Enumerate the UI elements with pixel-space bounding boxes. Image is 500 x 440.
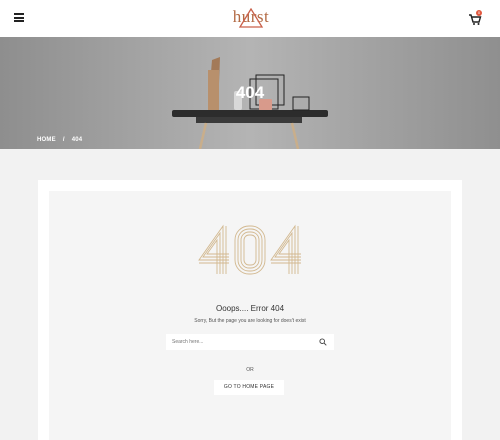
breadcrumb: HOME / 404 [37,136,82,144]
hero-banner: 404 HOME / 404 [0,37,500,149]
site-logo[interactable]: hurst [230,6,272,28]
breadcrumb-current: 404 [71,137,83,143]
breadcrumb-home-link[interactable]: HOME [37,137,56,143]
hamburger-menu-icon[interactable] [14,13,24,22]
search-icon[interactable] [319,338,327,346]
search-form [166,334,334,350]
cart-count-badge: 0 [476,10,482,16]
error-section: Ooops.... Error 404 Sorry, But the page … [38,180,462,440]
or-divider-text: OR [246,367,254,373]
breadcrumb-separator: / [62,137,65,143]
error-card: Ooops.... Error 404 Sorry, But the page … [49,191,451,440]
error-subtitle: Sorry, But the page you are looking for … [194,318,306,324]
logo-triangle-icon [238,8,264,28]
go-to-home-page-button[interactable]: GO TO HOME PAGE [214,380,284,395]
search-input[interactable] [172,337,312,347]
error-title: Ooops.... Error 404 [215,304,285,313]
page-title: 404 [235,83,265,102]
error-404-graphic [198,224,301,275]
site-header: hurst 0 [0,0,500,37]
